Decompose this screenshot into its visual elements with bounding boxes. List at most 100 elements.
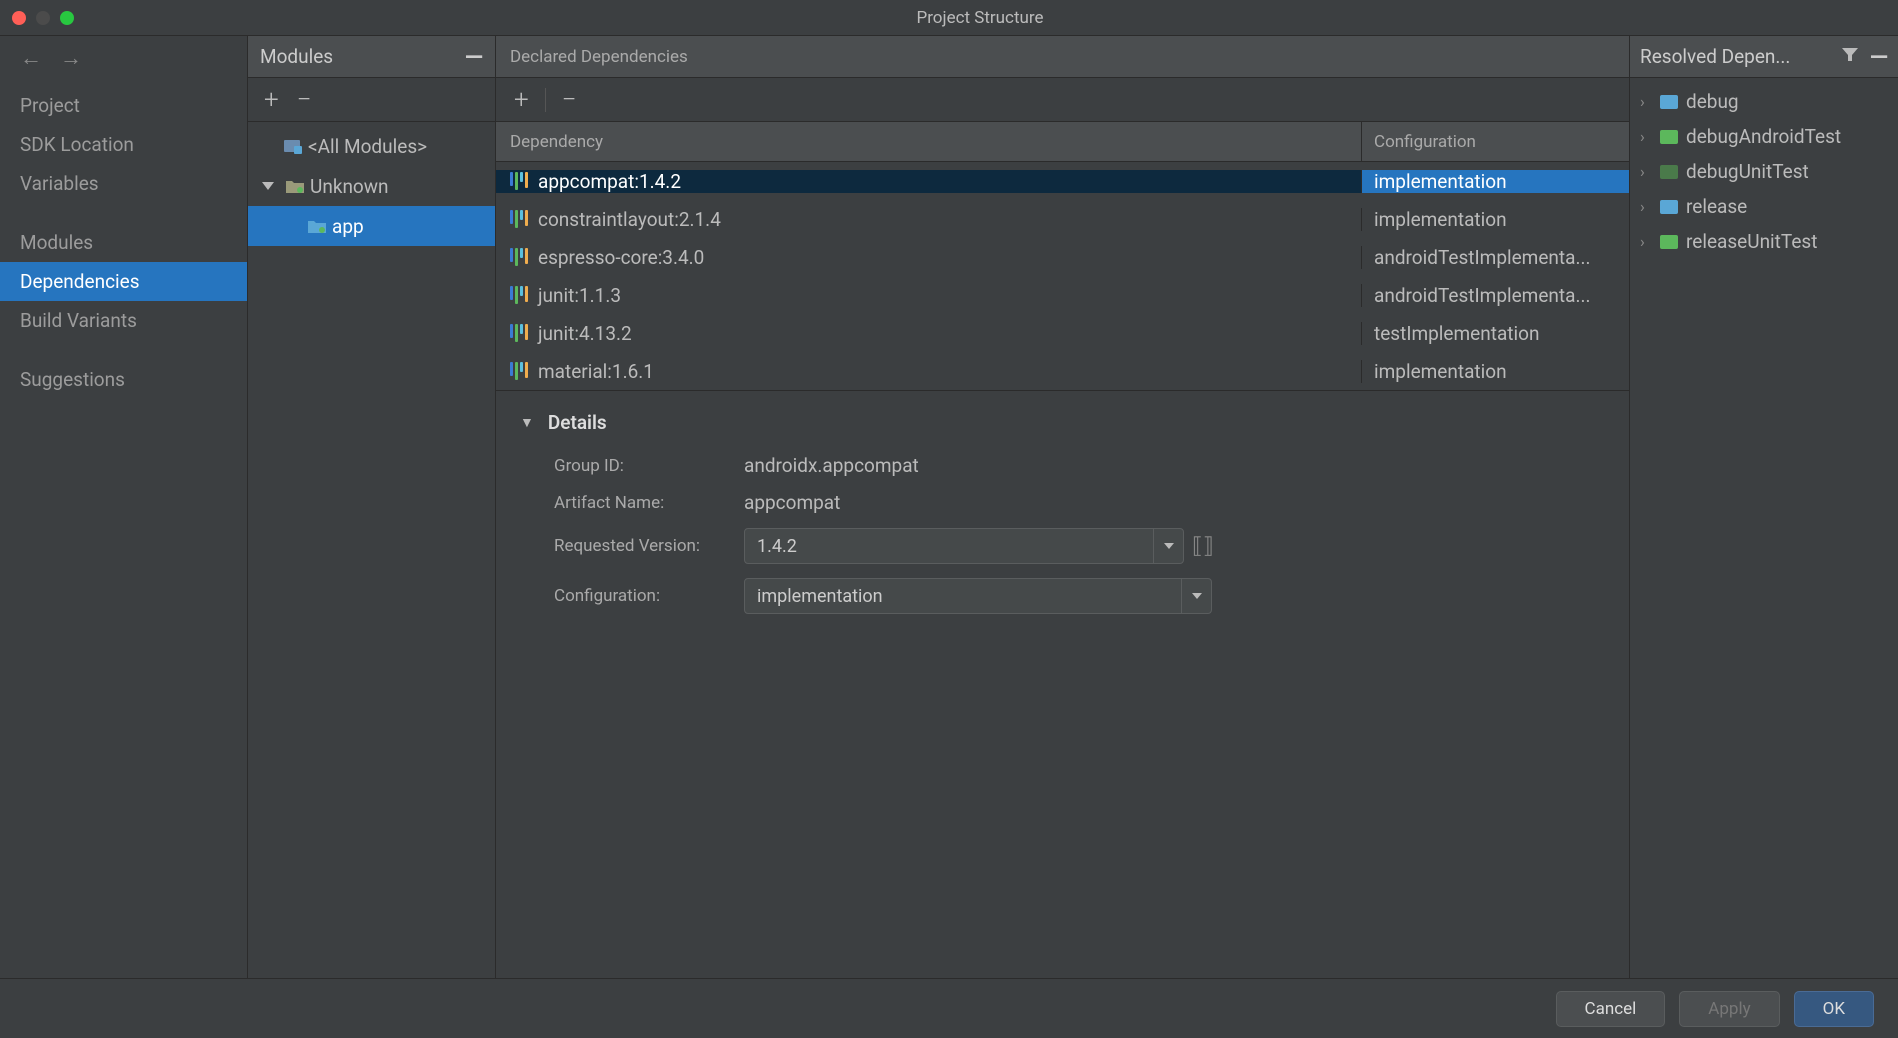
dialog-footer: Cancel Apply OK (0, 978, 1898, 1038)
modules-panel: Modules — + − <All Modules> Unknown (248, 36, 496, 978)
dependency-row[interactable]: material:1.6.1 implementation (496, 352, 1629, 390)
dependency-name: appcompat:1.4.2 (538, 170, 681, 193)
chevron-right-icon: › (1640, 232, 1652, 251)
module-all[interactable]: <All Modules> (248, 126, 495, 166)
library-icon (510, 286, 528, 304)
declared-dependencies-panel: Declared Dependencies + − Dependency Con… (496, 36, 1630, 978)
dependency-row[interactable]: appcompat:1.4.2 implementation (496, 162, 1629, 200)
window-title: Project Structure (74, 8, 1886, 28)
details-title: Details (548, 411, 607, 434)
configuration-value: implementation (745, 586, 1181, 607)
chevron-right-icon: › (1640, 127, 1652, 146)
library-icon (510, 324, 528, 342)
filter-icon[interactable] (1842, 47, 1858, 67)
resolved-label: release (1686, 195, 1747, 218)
add-module-button[interactable]: + (264, 87, 279, 113)
nav-dependencies[interactable]: Dependencies (0, 262, 247, 301)
nav-modules[interactable]: Modules (0, 223, 247, 262)
chevron-down-icon (262, 182, 274, 190)
close-window-button[interactable] (12, 11, 26, 25)
dependency-config: implementation (1374, 360, 1507, 383)
nav-build-variants[interactable]: Build Variants (0, 301, 247, 340)
version-range-button[interactable]: ⟦⟧ (1192, 534, 1214, 559)
minimize-window-button[interactable] (36, 11, 50, 25)
declared-header: Declared Dependencies (496, 36, 1629, 78)
resolved-item[interactable]: › debugAndroidTest (1630, 119, 1898, 154)
ok-button[interactable]: OK (1794, 991, 1874, 1027)
requested-version-label: Requested Version: (554, 536, 744, 556)
folder-icon (1660, 165, 1678, 179)
details-panel: ▼ Details Group ID: androidx.appcompat A… (496, 390, 1629, 648)
dependency-name: material:1.6.1 (538, 360, 654, 383)
folder-icon (308, 219, 326, 233)
resolved-label: debug (1686, 90, 1739, 113)
folder-icon (1660, 200, 1678, 214)
module-unknown[interactable]: Unknown (248, 166, 495, 206)
nav-project[interactable]: Project (0, 86, 247, 125)
module-all-label: <All Modules> (308, 135, 427, 158)
library-icon (510, 362, 528, 380)
nav-variables[interactable]: Variables (0, 164, 247, 203)
details-collapse-icon[interactable]: ▼ (520, 414, 534, 431)
chevron-down-icon[interactable] (1181, 579, 1211, 613)
dependency-row[interactable]: espresso-core:3.4.0 androidTestImplement… (496, 238, 1629, 276)
chevron-right-icon: › (1640, 92, 1652, 111)
requested-version-combo[interactable]: 1.4.2 (744, 528, 1184, 564)
library-icon (510, 172, 528, 190)
toolbar-separator (545, 88, 546, 112)
resolved-dependencies-panel: Resolved Depen... — › debug › debugAndro… (1630, 36, 1898, 978)
module-app-label: app (332, 215, 364, 238)
remove-dependency-button[interactable]: − (554, 87, 585, 113)
nav-suggestions[interactable]: Suggestions (0, 360, 247, 399)
folder-icon (1660, 95, 1678, 109)
remove-module-button[interactable]: − (297, 87, 312, 113)
dependency-name: constraintlayout:2.1.4 (538, 208, 721, 231)
maximize-window-button[interactable] (60, 11, 74, 25)
resolved-item[interactable]: › debugUnitTest (1630, 154, 1898, 189)
resolved-item[interactable]: › releaseUnitTest (1630, 224, 1898, 259)
group-id-label: Group ID: (554, 456, 744, 476)
dependency-config: androidTestImplementa... (1374, 246, 1591, 269)
resolved-label: debugUnitTest (1686, 160, 1809, 183)
module-app[interactable]: app (248, 206, 495, 246)
dependency-config: testImplementation (1374, 322, 1539, 345)
dependency-config: implementation (1374, 208, 1507, 231)
folder-icon (1660, 235, 1678, 249)
artifact-name-value: appcompat (744, 491, 840, 514)
resolved-item[interactable]: › release (1630, 189, 1898, 224)
nav-forward-icon[interactable]: → (60, 45, 82, 71)
chevron-right-icon: › (1640, 197, 1652, 216)
folder-icon (1660, 130, 1678, 144)
modules-header: Modules (260, 45, 333, 68)
dependency-name: espresso-core:3.4.0 (538, 246, 704, 269)
configuration-column-header[interactable]: Configuration (1361, 122, 1629, 161)
dependency-name: junit:1.1.3 (538, 284, 621, 307)
resolved-label: releaseUnitTest (1686, 230, 1817, 253)
artifact-name-label: Artifact Name: (554, 493, 744, 513)
chevron-right-icon: › (1640, 162, 1652, 181)
dependency-config: androidTestImplementa... (1374, 284, 1591, 307)
resolved-header: Resolved Depen... (1640, 45, 1790, 68)
dependency-name: junit:4.13.2 (538, 322, 632, 345)
nav-back-icon[interactable]: ← (20, 45, 42, 71)
sidebar: ← → Project SDK Location Variables Modul… (0, 36, 248, 978)
resolved-label: debugAndroidTest (1686, 125, 1841, 148)
configuration-combo[interactable]: implementation (744, 578, 1212, 614)
dependency-row[interactable]: junit:4.13.2 testImplementation (496, 314, 1629, 352)
configuration-label: Configuration: (554, 586, 744, 606)
dependency-config: implementation (1374, 170, 1507, 193)
dependency-row[interactable]: junit:1.1.3 androidTestImplementa... (496, 276, 1629, 314)
window-controls (12, 11, 74, 25)
nav-sdk-location[interactable]: SDK Location (0, 125, 247, 164)
dependency-row[interactable]: constraintlayout:2.1.4 implementation (496, 200, 1629, 238)
chevron-down-icon[interactable] (1153, 529, 1183, 563)
resolved-item[interactable]: › debug (1630, 84, 1898, 119)
dependency-column-header[interactable]: Dependency (496, 122, 1361, 161)
library-icon (510, 248, 528, 266)
library-icon (510, 210, 528, 228)
apply-button[interactable]: Apply (1679, 991, 1779, 1027)
module-unknown-label: Unknown (310, 175, 389, 198)
cancel-button[interactable]: Cancel (1556, 991, 1666, 1027)
add-dependency-button[interactable]: + (506, 87, 537, 113)
folder-icon (286, 179, 304, 193)
